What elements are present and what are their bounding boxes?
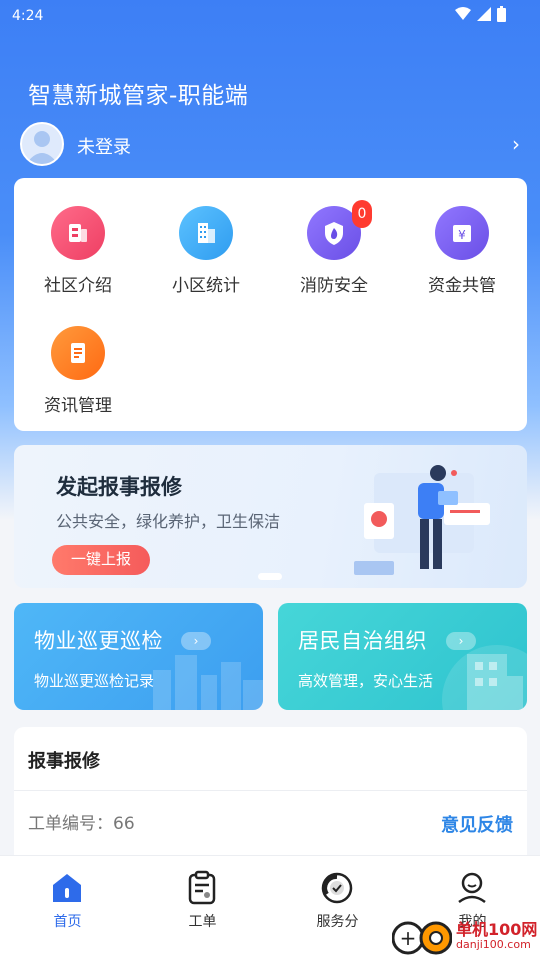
building-icon xyxy=(51,206,105,260)
section-title: 报事报修 xyxy=(28,751,100,772)
status-icons xyxy=(455,6,506,22)
home-icon xyxy=(53,874,81,902)
tile-title: 居民自治组织 xyxy=(298,629,427,653)
tile-subtitle: 物业巡更巡检记录 xyxy=(34,672,155,690)
carousel-dot-active xyxy=(258,573,282,580)
app-title: 智慧新城管家-职能端 xyxy=(28,83,249,109)
order-number: 工单编号：66 xyxy=(28,814,135,834)
menu-item-fund-management[interactable]: ¥ 资金共管 xyxy=(398,178,526,298)
wifi-icon xyxy=(455,7,471,20)
tab-work-orders[interactable]: 工单 xyxy=(135,856,270,946)
menu-label: 消防安全 xyxy=(300,276,368,296)
watermark-url: danji100.com xyxy=(456,938,531,951)
menu-label: 资讯管理 xyxy=(44,396,112,416)
worker-illustration xyxy=(354,465,490,575)
tab-home[interactable]: 首页 xyxy=(0,856,135,946)
watermark-brand: 单机100网 xyxy=(456,920,538,939)
yuan-wallet-icon: ¥ xyxy=(435,206,489,260)
avatar xyxy=(20,122,64,166)
menu-label: 小区统计 xyxy=(172,276,240,296)
fire-safety-badge: 0 xyxy=(352,200,372,228)
banner-subtitle: 公共安全，绿化养护，卫生保洁 xyxy=(56,512,281,531)
feedback-link[interactable]: 意见反馈 xyxy=(441,811,513,837)
default-avatar-icon xyxy=(26,131,58,164)
office-building-icon xyxy=(442,645,527,710)
signal-icon xyxy=(477,7,491,21)
user-profile-row[interactable]: 未登录 › xyxy=(20,122,526,166)
menu-item-community-intro[interactable]: 社区介绍 xyxy=(14,178,142,298)
user-icon xyxy=(458,872,486,904)
apartment-icon xyxy=(179,206,233,260)
one-click-report-button[interactable]: 一键上报 xyxy=(52,545,150,575)
svg-text:+: + xyxy=(400,926,417,950)
menu-item-fire-safety[interactable]: 0 消防安全 xyxy=(270,178,398,298)
report-repair-banner[interactable]: 发起报事报修 公共安全，绿化养护，卫生保洁 一键上报 xyxy=(14,445,527,588)
resident-organization-tile[interactable]: 居民自治组织 › 高效管理，安心生活 xyxy=(278,603,527,710)
menu-label: 资金共管 xyxy=(428,276,496,296)
watermark-logo-icon: + xyxy=(392,921,452,955)
tab-label: 工单 xyxy=(188,914,217,930)
user-name: 未登录 xyxy=(77,137,131,158)
menu-item-news-management[interactable]: 资讯管理 xyxy=(14,298,142,418)
status-time: 4:24 xyxy=(12,8,44,24)
status-bar: 4:24 xyxy=(0,0,540,32)
tab-service-score[interactable]: 服务分 xyxy=(270,856,405,946)
site-watermark: + 单机100网 danji100.com xyxy=(392,914,540,960)
tab-label: 首页 xyxy=(53,914,82,930)
clipboard-icon xyxy=(188,870,216,905)
patrol-inspection-tile[interactable]: 物业巡更巡检 › 物业巡更巡检记录 xyxy=(14,603,263,710)
chevron-right-icon: › xyxy=(512,132,520,156)
tile-subtitle: 高效管理，安心生活 xyxy=(298,672,434,690)
banner-title: 发起报事报修 xyxy=(56,475,182,499)
gauge-icon xyxy=(321,872,353,904)
svg-text:¥: ¥ xyxy=(458,228,466,242)
tab-label: 服务分 xyxy=(316,914,359,930)
menu-item-estate-stats[interactable]: 小区统计 xyxy=(142,178,270,298)
repair-section-card: 报事报修 工单编号：66 意见反馈 xyxy=(14,727,527,867)
news-doc-icon xyxy=(51,326,105,380)
city-skyline-icon xyxy=(153,655,263,710)
menu-label: 社区介绍 xyxy=(44,276,112,296)
divider xyxy=(14,790,527,791)
feature-menu-card: 社区介绍 小区统计 0 消防安全 ¥ 资金共管 资讯管理 xyxy=(14,178,527,431)
carousel-indicator xyxy=(258,573,282,580)
battery-icon xyxy=(497,6,506,22)
